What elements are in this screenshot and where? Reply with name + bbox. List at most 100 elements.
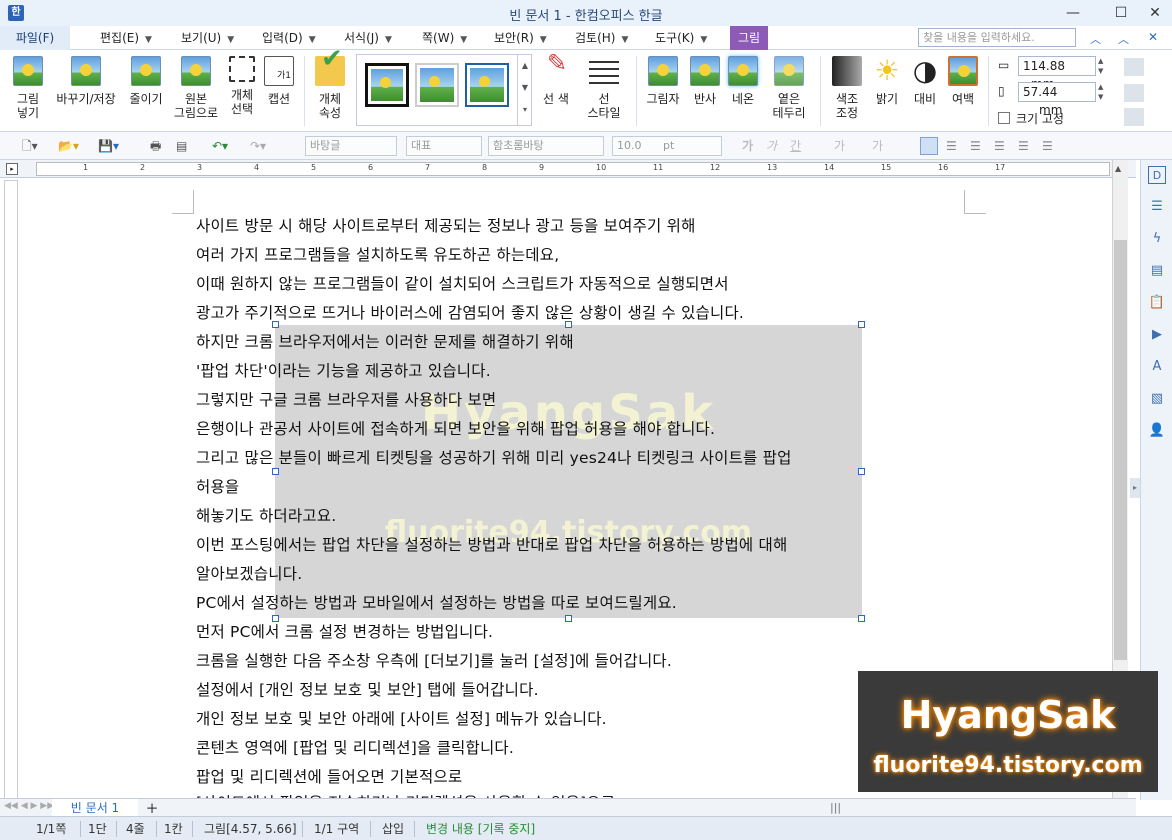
document-line[interactable]: 사이트 방문 시 해당 사이트로부터 제공되는 정보나 광고 등을 보여주기 위… [196,214,696,236]
lightning-icon[interactable]: ϟ [1148,230,1166,248]
resize-handle[interactable] [858,468,865,475]
preview-icon[interactable]: ▤ [176,136,187,156]
style-frame-black[interactable] [365,63,409,107]
menu-review[interactable]: 검토(H) ▼ [575,26,628,50]
align-center-icon[interactable]: ☰ [994,136,1005,156]
scroll-thumb[interactable] [1114,240,1127,660]
align-divide-icon[interactable]: ☰ [1042,136,1053,156]
maximize-button[interactable]: ☐ [1104,3,1138,23]
document-line[interactable]: 광고가 주기적으로 뜨거나 바이러스에 감염되어 좋지 않은 상황이 생길 수 … [196,301,744,323]
horizontal-ruler[interactable]: 1 2 3 4 5 6 7 8 9 10 11 12 13 14 15 16 17 [36,162,1110,176]
search-input[interactable]: 찾을 내용을 입력하세요. [918,28,1076,47]
swap-save-button[interactable]: 바꾸기/저장 [50,56,122,106]
caption-button[interactable]: 가1 캡션 [262,56,296,106]
document-line[interactable]: 그리고 많은 분들이 빠르게 티켓팅을 성공하기 위해 미리 yes24나 티켓… [196,446,792,468]
width-spinner[interactable]: ▲ ▼ [1098,56,1103,76]
line-style-button[interactable]: 선 스타일 [580,56,628,120]
play-icon[interactable]: ▶ [1148,326,1166,344]
new-doc-icon[interactable]: 🗋▾ [22,136,38,156]
resize-handle[interactable] [272,468,279,475]
open-folder-icon[interactable]: 📂▾ [58,136,79,156]
line-color-button[interactable]: ✎ 선 색 [538,51,574,106]
align-justify-icon[interactable] [920,137,938,155]
document-line[interactable]: 해놓기도 하더라고요. [196,504,336,526]
height-spinner[interactable]: ▲ ▼ [1098,82,1103,102]
neon-button[interactable]: 네온 [726,56,760,106]
italic-icon[interactable]: 가 [766,136,777,156]
ruler-corner-icon[interactable]: ▸ [6,163,18,175]
document-line[interactable]: 설정에서 [개인 정보 보호 및 보안] 탭에 들어갑니다. [196,678,539,700]
document-icon[interactable]: ▤ [1148,262,1166,280]
list-icon[interactable]: ☰ [1148,198,1166,216]
close-button[interactable]: ✕ [1138,3,1172,23]
font-lang-select[interactable]: 대표 [406,136,482,156]
status-insert-mode[interactable]: 삽입 [382,820,404,838]
fix-size-checkbox[interactable] [998,112,1010,124]
document-line[interactable]: 하지만 크롬 브라우저에서는 이러한 문제를 해결하기 위해 [196,330,574,352]
save-icon[interactable]: 💾▾ [98,136,119,156]
chevron-up-icon[interactable]: ︿ [1118,31,1129,47]
status-track-changes[interactable]: 변경 내용 [기록 중지] [426,820,535,838]
font-size-input[interactable]: 10.0 pt [612,136,722,156]
menu-file[interactable]: 파일(F) [0,26,70,50]
minimize-button[interactable]: — [1056,3,1090,23]
scroll-up-icon[interactable]: ▲ [1115,164,1121,173]
ribbon-collapse-icon[interactable]: ︿ [1090,31,1101,47]
resize-handle[interactable] [858,615,865,622]
object-properties-button[interactable]: ✔ 개체 속성 [312,46,348,120]
document-line[interactable]: 이때 원하지 않는 프로그램들이 같이 설치되어 스크립트가 자동적으로 실행되… [196,272,729,294]
resize-handle[interactable] [858,321,865,328]
gallery-scroll[interactable]: ▲ ▼ ▾ [517,55,532,125]
underline-icon[interactable]: 간 [790,136,801,156]
contrast-button[interactable]: ◑ 대비 [908,56,942,107]
undo-icon[interactable]: ↶▾ [212,136,228,156]
document-line[interactable]: 이번 포스팅에서는 팝업 차단을 설정하는 방법과 반대로 팝업 차단을 허용하… [196,533,787,555]
document-line[interactable]: 그렇지만 구글 크롬 브라우저를 사용하다 보면 [196,388,496,410]
menu-insert[interactable]: 입력(D) ▼ [262,26,316,50]
vertical-ruler[interactable] [4,180,18,800]
align-right-icon[interactable]: ☰ [970,136,981,156]
strike-icon[interactable]: 가 [834,136,845,156]
dictionary-icon[interactable]: D [1148,166,1166,184]
panel-toggle-icon[interactable]: ▸ [1130,478,1140,498]
shrink-button[interactable]: 줄이기 [124,56,168,106]
menu-tools[interactable]: 도구(K) ▼ [655,26,707,50]
menu-view[interactable]: 보기(U) ▼ [181,26,234,50]
close-doc-icon[interactable]: ✕ [1148,30,1158,44]
height-input[interactable]: 57.44 mm [1018,82,1096,117]
user-icon[interactable]: 👤 [1148,422,1166,440]
document-line[interactable]: 먼저 PC에서 크롬 설정 변경하는 방법입니다. [196,620,493,642]
brightness-button[interactable]: ☀ 밝기 [870,56,904,107]
menu-picture[interactable]: 그림 [730,26,768,50]
status-section[interactable]: 1/1 구역 [314,820,359,838]
style-frame-blue[interactable] [465,63,509,107]
menu-format[interactable]: 서식(J) ▼ [344,26,392,50]
clipboard-icon[interactable]: 📋 [1148,294,1166,312]
status-page[interactable]: 1/1쪽 [36,820,66,838]
reflect-button[interactable]: 반사 [688,56,722,106]
tab-document[interactable]: 빈 문서 1 [52,799,138,817]
page-icon[interactable]: ▧ [1148,390,1166,408]
style-select[interactable]: 바탕글 [305,136,397,156]
hscroll-thumb[interactable]: ||| [830,801,841,814]
shadow-button[interactable]: 그림자 [642,56,684,106]
spell-icon[interactable]: A [1148,358,1166,376]
font-select[interactable]: 함초롬바탕 [488,136,604,156]
bold-icon[interactable]: 가 [742,136,753,156]
align-left-icon[interactable]: ☰ [946,136,957,156]
document-line[interactable]: '팝업 차단'이라는 기능을 제공하고 있습니다. [196,359,491,381]
print-icon[interactable]: 🖶 [150,136,161,156]
redo-icon[interactable]: ↷▾ [250,136,266,156]
color-adjust-button[interactable]: 색조 조정 [828,56,866,120]
document-line[interactable]: 콘텐츠 영역에 [팝업 및 리디렉션]을 클릭합니다. [196,736,514,758]
document-line[interactable]: 은행이나 관공서 사이트에 접속하게 되면 보안을 위해 팝업 허용을 해야 합… [196,417,715,439]
menu-page[interactable]: 쪽(W) ▼ [422,26,467,50]
margin-button[interactable]: 여백 [946,56,980,106]
document-line[interactable]: 팝업 및 리디렉션에 들어오면 기본적으로 [196,765,462,787]
align-distribute-icon[interactable]: ☰ [1018,136,1029,156]
menu-security[interactable]: 보안(R) ▼ [494,26,547,50]
select-object-button[interactable]: 개체 선택 [224,56,260,116]
document-line[interactable]: 개인 정보 보호 및 보안 아래에 [사이트 설정] 메뉴가 있습니다. [196,707,607,729]
style-frame-white[interactable] [415,63,459,107]
add-tab-button[interactable]: + [140,799,164,817]
